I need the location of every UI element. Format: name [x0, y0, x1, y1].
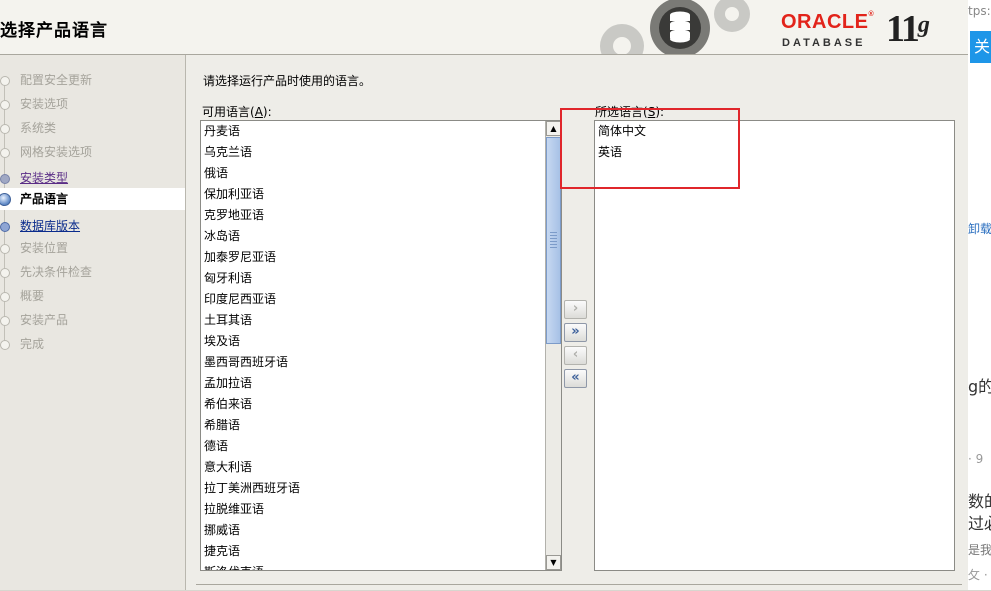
- header-bar: 选择产品语言 ORACLE® DATABASE 11g: [0, 0, 968, 55]
- background-text-3: 数的: [968, 492, 991, 511]
- annotation-highlight-box: [560, 108, 740, 189]
- available-language-item[interactable]: 克罗地亚语: [201, 205, 561, 226]
- available-language-item[interactable]: 孟加拉语: [201, 373, 561, 394]
- available-language-item[interactable]: 乌克兰语: [201, 142, 561, 163]
- nav-step[interactable]: 数据库版本: [0, 215, 185, 237]
- nav-step-label: 安装选项: [20, 97, 69, 111]
- available-language-item[interactable]: 意大利语: [201, 457, 561, 478]
- nav-step-label: 产品语言: [20, 192, 69, 206]
- nav-step-label: 数据库版本: [20, 219, 81, 233]
- available-language-item[interactable]: 希腊语: [201, 415, 561, 436]
- nav-step-label: 网格安装选项: [20, 145, 93, 159]
- step-indicator-icon: [0, 222, 10, 232]
- available-language-item[interactable]: 印度尼西亚语: [201, 289, 561, 310]
- nav-step: 概要: [0, 285, 185, 307]
- available-language-item[interactable]: 希伯来语: [201, 394, 561, 415]
- step-indicator-icon: [0, 100, 10, 110]
- available-languages-label: 可用语言(A):: [202, 105, 272, 119]
- nav-step-label: 安装类型: [20, 171, 69, 185]
- page-title: 选择产品语言: [0, 21, 108, 41]
- available-language-item[interactable]: 拉丁美洲西班牙语: [201, 478, 561, 499]
- step-indicator-icon: [0, 148, 10, 158]
- step-indicator-icon: [0, 193, 11, 206]
- add-all-languages-button[interactable]: »: [564, 323, 587, 342]
- step-indicator-icon: [0, 174, 10, 184]
- step-indicator-icon: [0, 76, 10, 86]
- available-language-item[interactable]: 土耳其语: [201, 310, 561, 331]
- nav-step-label: 先决条件检查: [20, 265, 93, 279]
- background-text-6: 攵 · 5: [968, 568, 991, 582]
- available-language-item[interactable]: 墨西哥西班牙语: [201, 352, 561, 373]
- instruction-text: 请选择运行产品时使用的语言。: [203, 74, 372, 88]
- available-language-item[interactable]: 斯洛伐克语: [201, 562, 561, 570]
- nav-step-label: 安装位置: [20, 241, 69, 255]
- nav-step-label: 安装产品: [20, 313, 69, 327]
- nav-step[interactable]: 安装类型: [0, 167, 185, 189]
- nav-step: 系统类: [0, 117, 185, 139]
- available-language-item[interactable]: 拉脱维亚语: [201, 499, 561, 520]
- available-language-item[interactable]: 冰岛语: [201, 226, 561, 247]
- nav-step: 安装位置: [0, 237, 185, 259]
- url-fragment: tps:: [968, 4, 991, 18]
- step-indicator-icon: [0, 316, 10, 326]
- version-logo: 11g: [886, 8, 930, 50]
- available-language-item[interactable]: 加泰罗尼亚语: [201, 247, 561, 268]
- nav-step-label: 配置安全更新: [20, 73, 93, 87]
- scroll-down-button[interactable]: ▼: [546, 555, 561, 570]
- step-indicator-icon: [0, 340, 10, 350]
- nav-step: 安装产品: [0, 309, 185, 331]
- background-text-5: 是我: [968, 543, 991, 557]
- available-language-item[interactable]: 保加利亚语: [201, 184, 561, 205]
- background-link[interactable]: 卸载: [968, 220, 991, 237]
- background-text-1: g的: [968, 377, 991, 396]
- available-language-item[interactable]: 捷克语: [201, 541, 561, 562]
- remove-all-languages-button[interactable]: «: [564, 369, 587, 388]
- step-indicator-icon: [0, 244, 10, 254]
- oracle-logo: ORACLE®: [781, 11, 875, 33]
- background-page-strip: tps: 关 卸载 g的 · 9 数的 过必 是我 攵 · 5: [968, 0, 991, 590]
- nav-step-label: 概要: [20, 289, 45, 303]
- scroll-grip-icon: [550, 232, 557, 250]
- nav-step: 先决条件检查: [0, 261, 185, 283]
- step-indicator-icon: [0, 292, 10, 302]
- available-languages-list[interactable]: 丹麦语 乌克兰语 俄语 保加利亚语 克罗地亚语 冰岛语 加泰罗尼亚语 匈牙利语 印度尼西亚语 土耳…: [200, 120, 562, 571]
- available-list-scrollbar[interactable]: ▲ ▼: [545, 121, 561, 570]
- nav-step: 安装选项: [0, 93, 185, 115]
- available-language-item[interactable]: 埃及语: [201, 331, 561, 352]
- available-language-item[interactable]: 丹麦语: [201, 121, 561, 142]
- remove-language-button[interactable]: ‹: [564, 346, 587, 365]
- step-indicator-icon: [0, 124, 10, 134]
- available-language-item[interactable]: 德语: [201, 436, 561, 457]
- nav-step: 网格安装选项: [0, 141, 185, 163]
- nav-step: 完成: [0, 333, 185, 355]
- scroll-up-button[interactable]: ▲: [546, 121, 561, 136]
- nav-step-label: 完成: [20, 337, 45, 351]
- scroll-thumb[interactable]: [546, 137, 561, 344]
- background-text-2: · 9: [968, 452, 984, 466]
- step-navigation: 配置安全更新 安装选项系统类网格安装选项 安装类型产品语言数据库版本安装位置先决条件…: [0, 55, 186, 590]
- database-wordmark: DATABASE: [782, 37, 866, 49]
- background-text-4: 过必: [968, 514, 991, 533]
- step-indicator-icon: [0, 268, 10, 278]
- nav-step: 产品语言: [0, 188, 185, 210]
- add-language-button[interactable]: ›: [564, 300, 587, 319]
- available-language-item[interactable]: 挪威语: [201, 520, 561, 541]
- available-language-item[interactable]: 俄语: [201, 163, 561, 184]
- gears-graphic: [600, 0, 750, 54]
- background-button[interactable]: 关: [970, 31, 991, 63]
- nav-step-label: 系统类: [20, 121, 57, 135]
- available-language-item[interactable]: 匈牙利语: [201, 268, 561, 289]
- nav-step: 配置安全更新: [0, 69, 185, 91]
